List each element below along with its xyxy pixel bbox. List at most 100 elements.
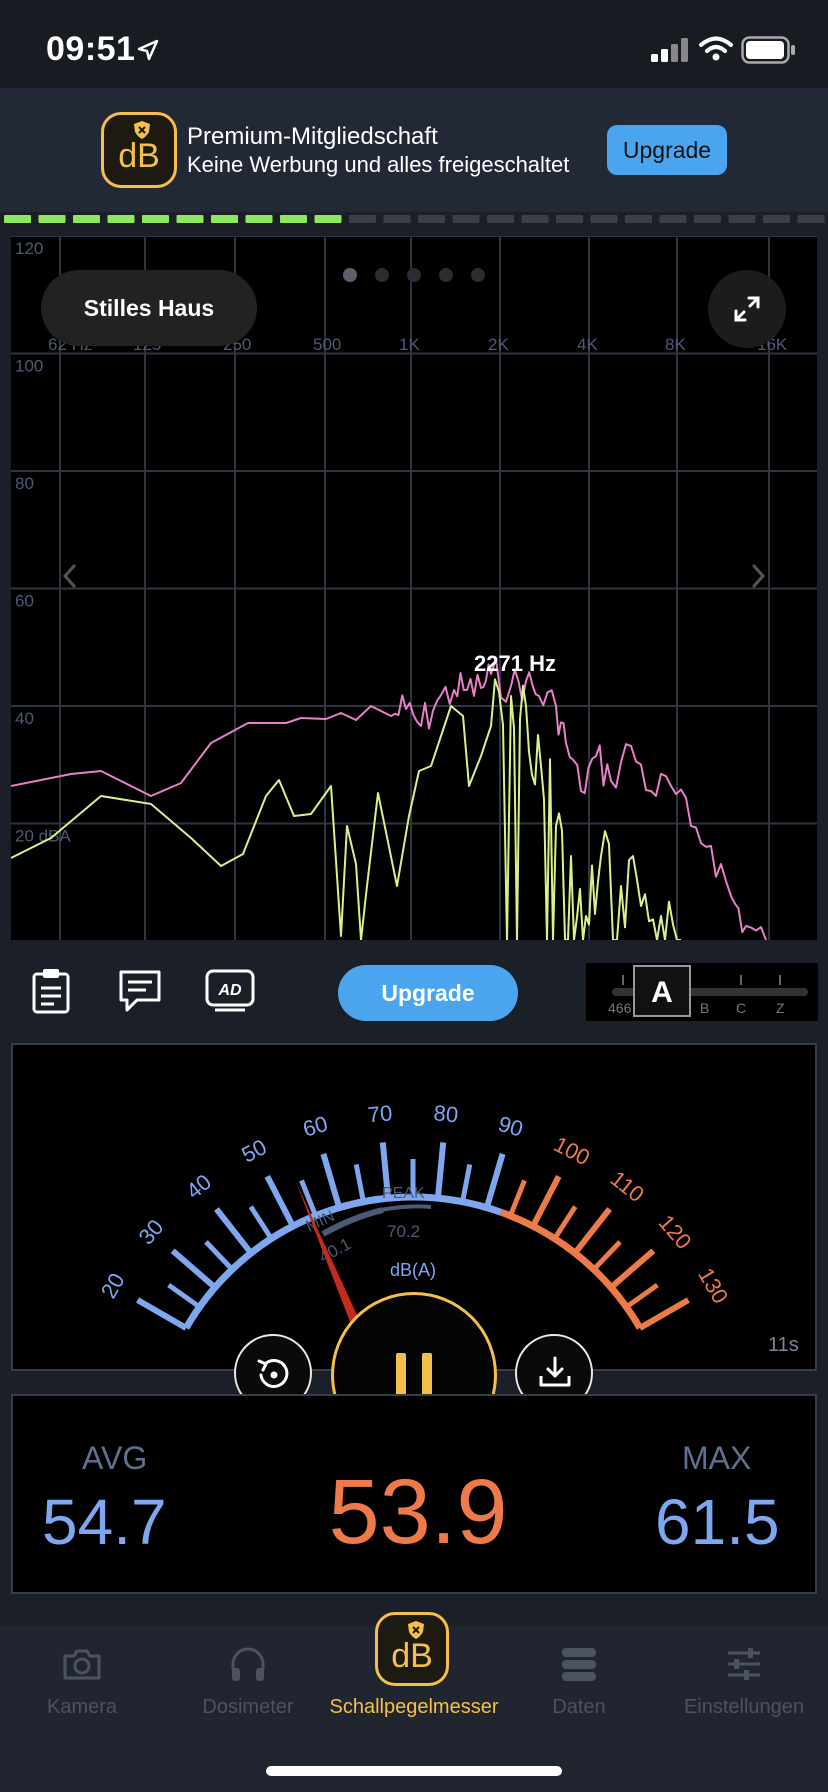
banner-upgrade-button[interactable]: Upgrade (607, 125, 727, 175)
app-logo-text: dB (118, 137, 160, 175)
tab-logo-text: dB (391, 1637, 433, 1675)
gauge-scale-label: 50 (238, 1134, 271, 1167)
comment-icon[interactable] (115, 966, 165, 1016)
level-segment (590, 215, 618, 223)
gauge-tick (136, 1297, 188, 1331)
tab-dosimeter[interactable]: Dosimeter (168, 1696, 328, 1719)
weighting-option-z[interactable]: Z (776, 1000, 785, 1016)
db-tick-label: 60 (15, 592, 34, 611)
toolbar-upgrade-button[interactable]: Upgrade (338, 965, 518, 1021)
avg-label: AVG (82, 1440, 148, 1476)
weighting-option[interactable]: 466 (608, 1000, 632, 1016)
max-label: MAX (682, 1440, 752, 1476)
gauge-tick (434, 1142, 447, 1199)
level-segment (211, 215, 238, 223)
tab-einstellungen[interactable]: Einstellungen (664, 1696, 824, 1719)
spectrum-current-line (11, 678, 681, 940)
weighting-option-c[interactable]: C (736, 1000, 746, 1016)
db-logo-icon[interactable]: dB (375, 1612, 449, 1686)
home-indicator (266, 1766, 562, 1776)
gauge-scale-label: 100 (550, 1131, 594, 1170)
gauge-arc-loud (499, 1208, 643, 1330)
headphones-icon[interactable] (228, 1644, 268, 1684)
level-segment (383, 215, 411, 223)
unit-label: dB(A) (390, 1260, 436, 1280)
chevron-right-icon[interactable] (752, 564, 766, 588)
gauge-scale-label: 120 (654, 1210, 697, 1254)
download-icon (539, 1356, 571, 1387)
level-segment (314, 215, 342, 223)
peak-arc (380, 1204, 432, 1212)
weighting-option-b[interactable]: B (700, 1000, 709, 1016)
level-segment (107, 215, 135, 223)
tab-schallpegelmesser[interactable]: Schallpegelmesser (318, 1696, 510, 1719)
database-icon[interactable] (559, 1644, 599, 1684)
gauge-tick (214, 1207, 254, 1255)
level-segment (349, 215, 376, 223)
gauge-scale-label: 70 (367, 1100, 394, 1127)
gauge-tick (552, 1205, 578, 1240)
expand-icon (734, 296, 760, 322)
camera-icon[interactable] (62, 1644, 102, 1684)
max-value: 61.5 (655, 1486, 780, 1558)
frequency-tick-label: 1K (399, 335, 420, 354)
gauge-tick (508, 1179, 527, 1217)
elapsed-time: 11s (768, 1334, 799, 1356)
gauge-tick (460, 1163, 473, 1203)
gauge-scale-label: 30 (134, 1215, 169, 1250)
gauge-scale-label: 20 (96, 1269, 130, 1303)
gauge-tick (609, 1248, 656, 1290)
gauge-scale-label: 90 (495, 1111, 526, 1142)
ad-icon[interactable]: AD (205, 966, 255, 1016)
banner-title: Premium-Mitgliedschaft (187, 123, 438, 150)
level-segment (4, 215, 31, 223)
page-indicator (343, 268, 485, 282)
level-segment (694, 215, 721, 223)
pause-icon (396, 1353, 432, 1399)
peak-label: PEAK (382, 1185, 425, 1202)
db-tick-label: 80 (15, 474, 34, 493)
avg-value: 54.7 (42, 1486, 167, 1558)
app-logo: dB (101, 112, 177, 188)
gauge-tick (624, 1282, 659, 1310)
weighting-selector[interactable]: 466 B C Z A (586, 963, 818, 1021)
page-dot[interactable] (439, 268, 453, 282)
level-segment (452, 215, 480, 223)
gauge-tick (204, 1240, 235, 1272)
gauge-tick (572, 1207, 612, 1255)
tab-daten[interactable]: Daten (499, 1696, 659, 1719)
level-segment (659, 215, 687, 223)
page-dot[interactable] (471, 268, 485, 282)
sliders-icon[interactable] (724, 1644, 764, 1684)
chevron-left-icon[interactable] (62, 564, 76, 588)
fullscreen-button[interactable] (708, 270, 786, 348)
level-segment (556, 215, 583, 223)
page-dot[interactable] (343, 268, 357, 282)
gauge-tick (320, 1153, 343, 1209)
page-dot[interactable] (375, 268, 389, 282)
clipboard-icon[interactable] (26, 966, 76, 1016)
level-segment (176, 215, 204, 223)
peak-value: 70.2 (387, 1222, 420, 1241)
gauge-tick (264, 1174, 296, 1228)
location-arrow-icon (137, 39, 159, 61)
gauge-tick (483, 1153, 506, 1209)
tab-kamera[interactable]: Kamera (2, 1696, 162, 1719)
db-tick-label: 120 (15, 239, 43, 258)
level-segment (73, 215, 100, 223)
level-segment (280, 215, 307, 223)
reset-icon (257, 1359, 289, 1388)
gauge-tick (353, 1163, 366, 1203)
gauge-tick (170, 1248, 217, 1290)
gauge-scale-label: 110 (606, 1166, 649, 1207)
level-segment (521, 215, 549, 223)
preset-pill[interactable]: Stilles Haus (41, 270, 257, 346)
status-time: 09:51 (46, 30, 136, 68)
current-db-value: 53.9 (328, 1461, 508, 1563)
gauge-scale-label: 60 (300, 1111, 331, 1142)
gauge-tick (638, 1297, 690, 1331)
db-tick-label: 40 (15, 709, 34, 728)
page-dot[interactable] (407, 268, 421, 282)
gauge-tick (591, 1240, 622, 1272)
level-segment (487, 215, 514, 223)
